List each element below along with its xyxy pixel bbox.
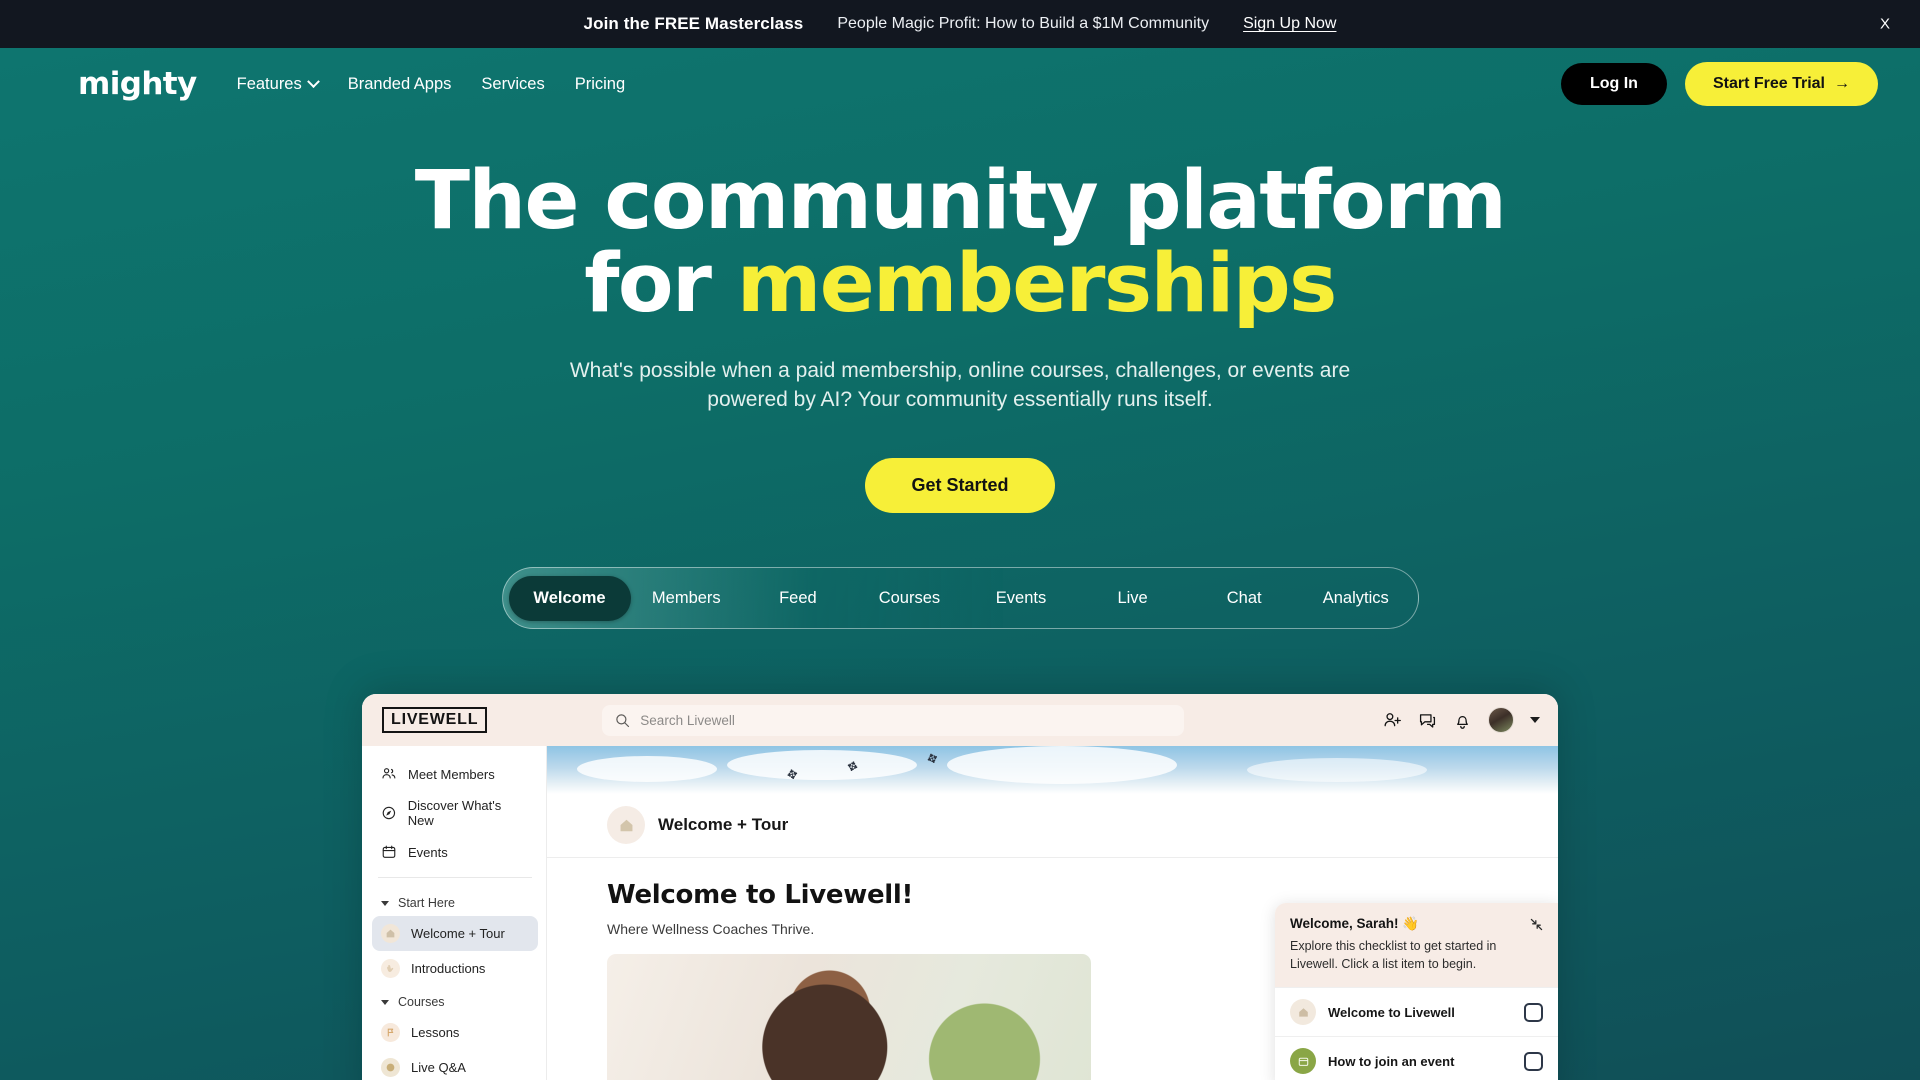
nav-item-services[interactable]: Services: [481, 75, 544, 94]
hero-subtitle: What's possible when a paid membership, …: [569, 358, 1351, 411]
tab-analytics[interactable]: Analytics: [1300, 576, 1412, 621]
sidebar-item-events-label: Events: [408, 844, 448, 860]
nav-item-branded-apps[interactable]: Branded Apps: [348, 75, 452, 94]
members-icon: [382, 768, 396, 779]
content-photo: [607, 954, 1091, 1080]
top-navigation: mighty Features Branded Apps Services Pr…: [0, 48, 1920, 120]
chevron-down-icon[interactable]: [1530, 717, 1540, 723]
home-icon: [607, 806, 645, 844]
get-started-button[interactable]: Get Started: [865, 458, 1055, 514]
tab-live[interactable]: Live: [1077, 576, 1189, 621]
sidebar-item-introductions-label: Introductions: [411, 961, 486, 976]
sidebar-item-live-qa[interactable]: Live Q&A: [372, 1050, 538, 1080]
promo-text: People Magic Profit: How to Build a $1M …: [837, 15, 1210, 32]
nav-actions: Log In Start Free Trial →: [1560, 62, 1878, 106]
app-body: Meet Members Discover What's New Events: [362, 746, 1558, 1080]
start-free-trial-label: Start Free Trial: [1712, 75, 1825, 92]
promo-headline: Join the FREE Masterclass: [583, 14, 804, 33]
tab-courses[interactable]: Courses: [854, 576, 966, 621]
app-sidebar: Meet Members Discover What's New Events: [362, 746, 547, 1080]
cover-banner-image: ✥ ✥ ✥: [547, 746, 1558, 794]
login-button[interactable]: Log In: [1560, 63, 1667, 105]
checklist-item-checkbox[interactable]: [1524, 1002, 1543, 1022]
nav-item-features-label: Features: [236, 74, 302, 93]
onboarding-checklist-card: Welcome, Sarah! 👋 Explore this checklist…: [1275, 903, 1558, 1080]
start-free-trial-button[interactable]: Start Free Trial →: [1684, 62, 1878, 106]
sidebar-section-courses[interactable]: Courses: [372, 986, 538, 1015]
sidebar-item-welcome-tour[interactable]: Welcome + Tour: [372, 916, 538, 951]
home-icon: [381, 924, 400, 943]
nav-links: Features Branded Apps Services Pricing: [237, 75, 626, 94]
collapse-arrows-icon[interactable]: [1528, 916, 1545, 938]
flag-icon: [381, 1023, 400, 1042]
nav-item-features[interactable]: Features: [236, 74, 320, 94]
tab-feed[interactable]: Feed: [742, 576, 854, 621]
bell-icon[interactable]: [1453, 711, 1472, 730]
chevron-down-icon: [306, 74, 320, 88]
sidebar-item-live-qa-label: Live Q&A: [411, 1060, 466, 1075]
nav-item-pricing[interactable]: Pricing: [575, 75, 625, 94]
question-icon: [381, 1058, 400, 1077]
sidebar-divider: [378, 877, 532, 878]
sidebar-item-meet-members[interactable]: Meet Members: [372, 758, 538, 790]
search-placeholder: Search Livewell: [640, 712, 735, 728]
sidebar-item-lessons[interactable]: Lessons: [372, 1015, 538, 1050]
checklist-item[interactable]: Welcome to Livewell: [1275, 987, 1558, 1036]
sidebar-item-welcome-tour-label: Welcome + Tour: [411, 926, 505, 941]
page-title: Welcome + Tour: [658, 815, 789, 834]
checklist-description: Explore this checklist to get started in…: [1290, 939, 1497, 971]
close-icon[interactable]: X: [1880, 17, 1890, 32]
hero-heading-line1: The community platform: [414, 154, 1507, 248]
home-icon: [1290, 999, 1316, 1025]
checklist-title: Welcome, Sarah! 👋: [1290, 916, 1420, 931]
product-tabbar: Welcome Members Feed Courses Events Live…: [501, 567, 1419, 630]
compass-icon: [382, 806, 396, 820]
hero-heading-accent: memberships: [736, 237, 1337, 332]
app-topbar: LIVEWELL Search Livewell: [362, 694, 1558, 746]
search-icon: [616, 713, 630, 727]
hero-heading: The community platform for memberships: [0, 159, 1920, 327]
caret-down-icon: [381, 999, 389, 1005]
tab-events[interactable]: Events: [965, 576, 1077, 621]
landing-page: Join the FREE Masterclass People Magic P…: [0, 0, 1920, 1080]
bird-icon: ✥: [785, 766, 800, 783]
sidebar-section-start-here-label: Start Here: [398, 896, 455, 910]
app-topbar-icons: [1383, 707, 1540, 733]
sidebar-section-start-here[interactable]: Start Here: [372, 887, 538, 916]
sidebar-item-discover-label: Discover What's New: [407, 798, 502, 828]
checklist-item-checkbox[interactable]: [1524, 1051, 1543, 1071]
bird-icon: ✥: [924, 749, 941, 768]
hero-section: The community platform for memberships W…: [0, 120, 1920, 514]
app-main: ✥ ✥ ✥ Welcome + Tour Welcome to Livewell…: [547, 746, 1558, 1080]
caret-down-icon: [381, 900, 389, 906]
promo-signup-link[interactable]: Sign Up Now: [1243, 15, 1336, 33]
app-preview-window: LIVEWELL Search Livewell Meet Members Di…: [362, 694, 1558, 1080]
mighty-logo[interactable]: mighty: [78, 66, 197, 102]
sidebar-item-events[interactable]: Events: [372, 836, 538, 868]
chat-bubble-icon[interactable]: [1418, 711, 1437, 730]
sidebar-section-courses-label: Courses: [398, 995, 445, 1009]
tab-chat[interactable]: Chat: [1188, 576, 1300, 621]
livewell-logo[interactable]: LIVEWELL: [382, 707, 488, 733]
promo-banner: Join the FREE Masterclass People Magic P…: [0, 0, 1920, 48]
calendar-icon: [382, 845, 396, 858]
add-person-icon[interactable]: [1383, 711, 1402, 730]
avatar[interactable]: [1488, 707, 1514, 733]
search-input[interactable]: Search Livewell: [602, 704, 1185, 736]
tab-welcome[interactable]: Welcome: [508, 575, 631, 621]
arrow-right-icon: →: [1834, 75, 1850, 92]
content-breadcrumb: Welcome + Tour: [547, 794, 1558, 858]
calendar-icon: [1290, 1048, 1316, 1074]
hero-heading-line2-plain: for: [584, 237, 737, 332]
checklist-item-label: How to join an event: [1328, 1053, 1455, 1069]
sidebar-item-introductions[interactable]: Introductions: [372, 951, 538, 986]
tab-members[interactable]: Members: [631, 576, 743, 621]
checklist-item[interactable]: How to join an event: [1275, 1036, 1558, 1080]
checklist-item-label: Welcome to Livewell: [1328, 1004, 1455, 1020]
sidebar-item-meet-members-label: Meet Members: [408, 766, 495, 782]
sidebar-item-discover[interactable]: Discover What's New: [372, 790, 538, 836]
checklist-header: Welcome, Sarah! 👋 Explore this checklist…: [1275, 903, 1558, 987]
sidebar-item-lessons-label: Lessons: [411, 1025, 460, 1040]
hand-wave-icon: [381, 959, 400, 978]
